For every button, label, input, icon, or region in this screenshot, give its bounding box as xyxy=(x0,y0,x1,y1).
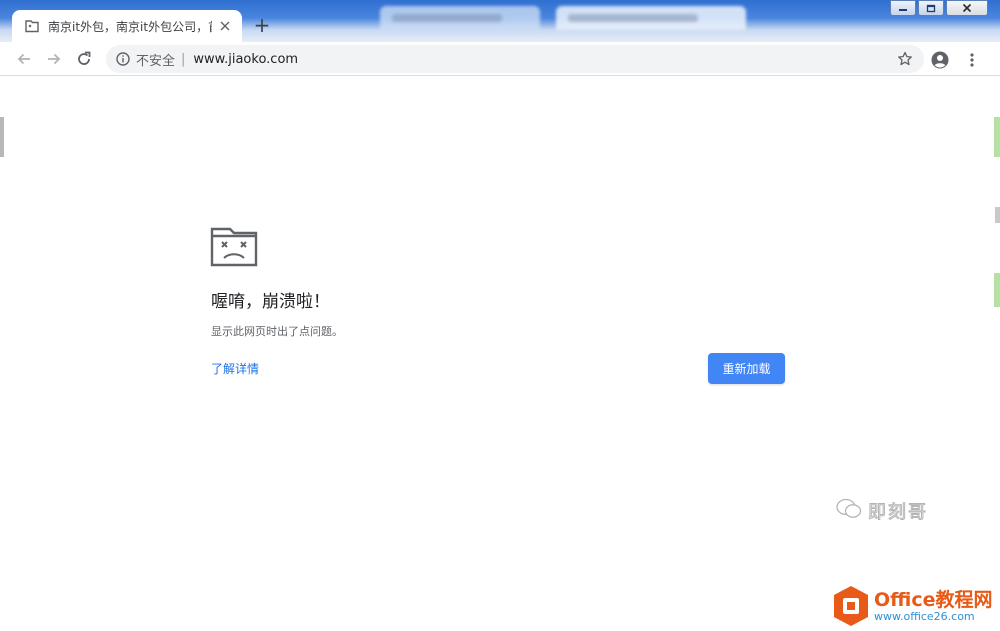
watermark-site-url: www.office26.com xyxy=(874,610,975,623)
forward-icon[interactable] xyxy=(40,45,68,73)
error-description: 显示此网页时出了点问题。 xyxy=(211,325,343,338)
close-icon[interactable] xyxy=(946,0,988,16)
learn-more-link[interactable]: 了解详情 xyxy=(211,360,259,377)
broken-page-icon xyxy=(24,18,40,34)
new-tab-button[interactable]: + xyxy=(251,14,273,36)
reload-button[interactable]: 重新加载 xyxy=(708,353,785,384)
restore-icon[interactable] xyxy=(918,0,944,16)
security-separator: | xyxy=(181,51,186,67)
info-icon xyxy=(116,52,130,66)
profile-icon[interactable] xyxy=(926,46,954,74)
url-text[interactable]: www.jiaoko.com xyxy=(193,52,298,67)
sad-tab-icon xyxy=(210,225,258,267)
watermark-site-name: Office教程网 xyxy=(874,589,993,611)
tab-active[interactable]: 南京it外包，南京it外包公司，首 xyxy=(12,10,242,42)
tab-strip: 南京it外包，南京it外包公司，首 + xyxy=(0,0,1000,42)
reload-icon[interactable] xyxy=(70,45,98,73)
wechat-account-name: 即刻哥 xyxy=(868,502,928,524)
menu-kebab-icon[interactable] xyxy=(958,46,986,74)
office26-watermark: Office教程网 www.office26.com xyxy=(832,585,993,627)
wechat-watermark: 即刻哥 xyxy=(836,498,928,524)
background-tab[interactable] xyxy=(556,6,746,30)
toolbar: 不安全 | www.jiaoko.com xyxy=(0,42,1000,76)
security-chip[interactable]: 不安全 | xyxy=(116,50,193,69)
edge-artifact xyxy=(0,117,4,157)
page-content: 喔唷，崩溃啦！ 显示此网页时出了点问题。 了解详情 重新加载 即刻哥 Offic… xyxy=(0,77,1000,626)
wechat-icon xyxy=(836,498,862,524)
error-title: 喔唷，崩溃啦！ xyxy=(211,292,330,312)
minimize-icon[interactable] xyxy=(890,0,916,16)
address-bar[interactable]: 不安全 | www.jiaoko.com xyxy=(106,45,924,73)
tab-title: 南京it外包，南京it外包公司，首 xyxy=(48,19,212,34)
background-tab[interactable] xyxy=(380,6,540,30)
close-icon[interactable] xyxy=(216,17,234,35)
edge-artifact xyxy=(995,207,1000,223)
security-label: 不安全 xyxy=(136,53,176,69)
edge-artifact xyxy=(994,273,1000,307)
window-controls xyxy=(888,0,988,16)
back-icon[interactable] xyxy=(10,45,38,73)
office-logo-icon xyxy=(832,585,870,627)
edge-artifact xyxy=(994,117,1000,157)
bookmark-star-icon[interactable] xyxy=(896,50,914,68)
